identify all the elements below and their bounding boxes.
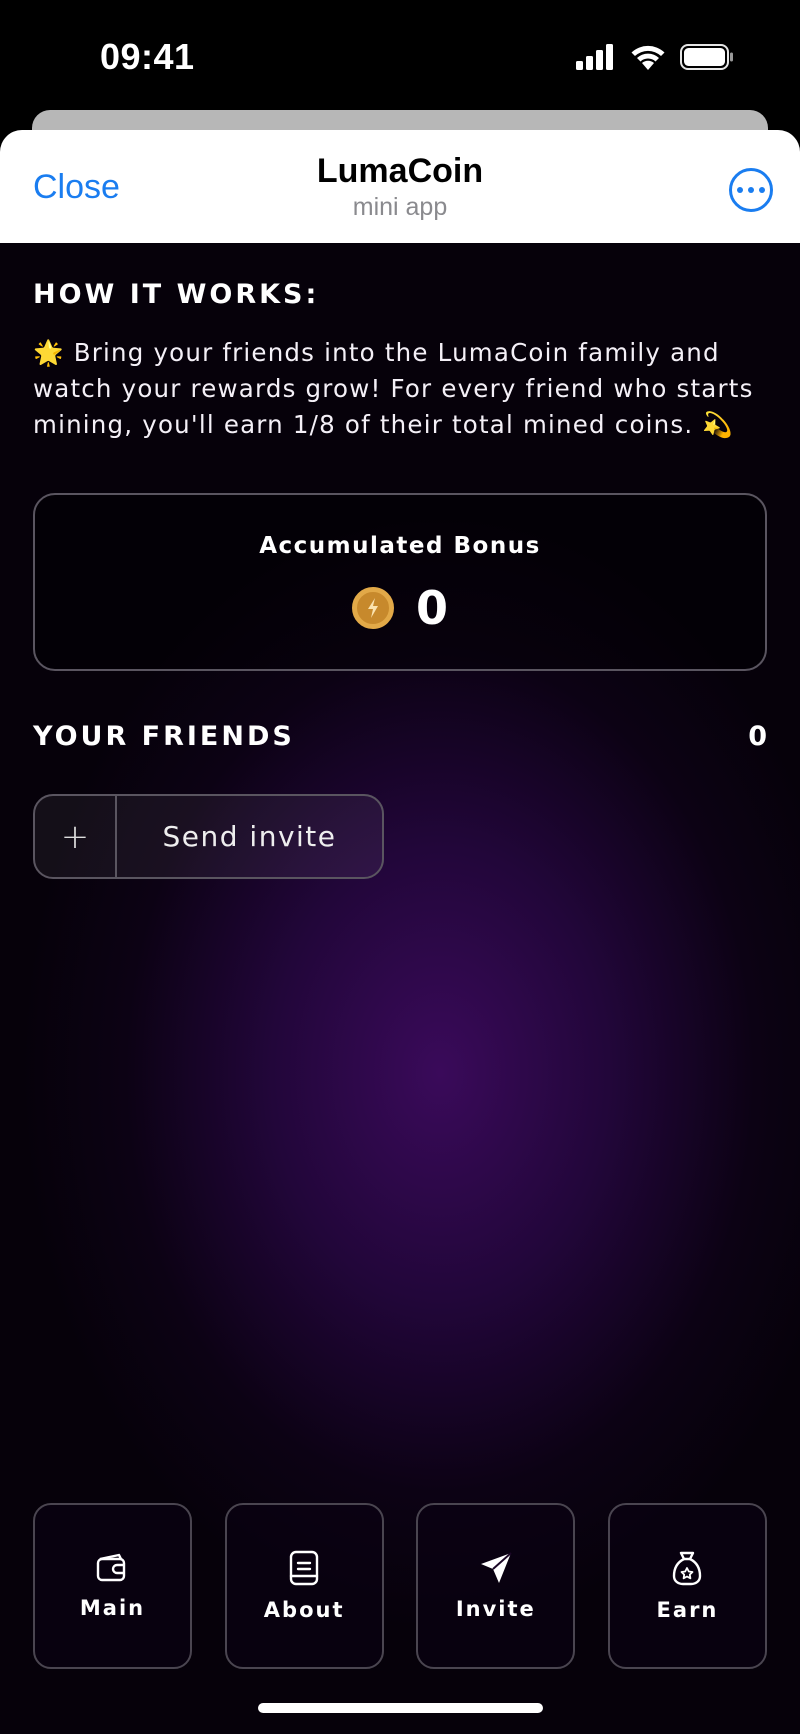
coin-icon: [351, 587, 394, 629]
nav-item-main[interactable]: Main: [33, 1503, 192, 1669]
document-icon: [289, 1550, 319, 1586]
app-title: LumaCoin: [316, 152, 484, 190]
how-it-works-text: 🌟 Bring your friends into the LumaCoin f…: [33, 338, 754, 439]
friends-count: 0: [748, 721, 767, 752]
app-subtitle: mini app: [352, 193, 448, 221]
header-title-group: LumaCoin mini app: [0, 152, 800, 222]
status-icons: [576, 44, 734, 70]
paper-plane-icon: [480, 1552, 512, 1583]
plus-icon: +: [35, 796, 117, 877]
nav-label-invite: Invite: [455, 1597, 536, 1621]
bonus-row: 0: [35, 581, 765, 635]
cellular-signal-icon: [576, 44, 613, 70]
more-options-icon[interactable]: [729, 168, 773, 212]
bonus-value: 0: [415, 581, 448, 635]
status-time: 09:41: [100, 36, 195, 77]
nav-label-about: About: [263, 1598, 345, 1622]
nav-label-earn: Earn: [656, 1598, 719, 1622]
nav-item-invite[interactable]: Invite: [416, 1503, 576, 1669]
mini-app-header: Close LumaCoin mini app: [0, 130, 800, 243]
your-friends-title: YOUR FRIENDS: [33, 721, 295, 752]
accumulated-bonus-card: Accumulated Bonus 0: [33, 493, 767, 671]
nav-label-main: Main: [79, 1596, 146, 1620]
send-invite-label: Send invite: [162, 820, 337, 853]
wallet-icon: [96, 1553, 125, 1582]
wifi-icon: [631, 45, 665, 70]
send-invite-button[interactable]: + Send invite: [33, 794, 384, 879]
nav-item-earn[interactable]: Earn: [607, 1503, 767, 1669]
how-it-works-title: HOW IT WORKS:: [33, 279, 320, 310]
status-bar: 09:41: [0, 0, 800, 110]
bottom-navigation: Main About Invite Earn: [33, 1503, 767, 1669]
home-indicator: [258, 1703, 543, 1713]
reward-bag-icon: [673, 1551, 702, 1586]
bonus-label: Accumulated Bonus: [259, 533, 541, 559]
battery-icon: [680, 44, 733, 70]
nav-item-about[interactable]: About: [224, 1503, 384, 1669]
